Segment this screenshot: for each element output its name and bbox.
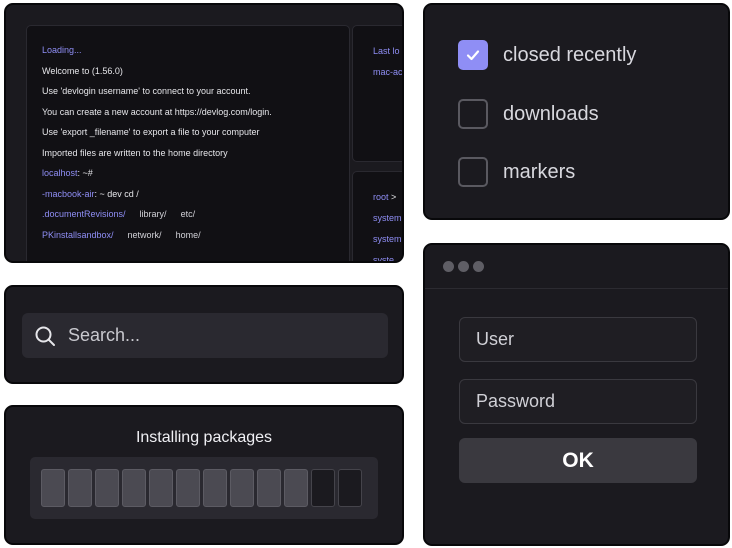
terminal-line-signup-hint: You can create a new account at https://… [42,106,272,117]
checkbox-row-closed-recently[interactable]: closed recently [458,40,636,70]
side-panel-path: root > [373,192,402,213]
search-panel [4,285,404,384]
side-panel-line: system [373,234,402,244]
password-field[interactable] [459,379,697,424]
listing-dir: PKinstallsandbox/ [42,229,114,240]
checklist-panel: closed recently downloads markers [423,3,730,220]
prompt-host: localhost [42,168,78,178]
side-panel-line: Last lo [373,46,400,56]
login-window: OK [423,243,730,546]
checkbox-label: markers [503,160,576,183]
listing-dir: etc/ [180,209,196,219]
progress-segment-filled [257,469,281,507]
checkbox-label: downloads [503,102,599,125]
listing-dir: home/ [175,229,201,240]
search-input[interactable] [68,325,368,346]
terminal-command: -macbook-air: ~ dev cd / [42,188,349,211]
checkbox-row-downloads[interactable]: downloads [458,99,599,129]
command-host: -macbook-air [42,188,95,199]
path-separator: > [388,192,397,202]
side-panel-line: syste [373,255,395,263]
window-titlebar [425,245,728,289]
checkbox-closed-recently[interactable] [458,40,488,70]
window-control-dot[interactable] [443,261,454,272]
terminal-listing-row: .documentRevisions/library/etc/ [42,210,349,231]
checkmark-icon [466,50,480,61]
checkbox-row-markers[interactable]: markers [458,157,575,187]
path-root: root [373,192,389,202]
install-progress-panel: Installing packages [4,405,404,545]
progress-segment-filled [284,469,308,507]
terminal-output[interactable]: Loading... Welcome to (1.56.0) Use 'devl… [26,25,350,261]
terminal-window: Loading... Welcome to (1.56.0) Use 'devl… [4,3,404,263]
search-bar[interactable] [22,313,388,358]
checkbox-label: closed recently [503,43,637,66]
window-control-dot[interactable] [458,261,469,272]
terminal-listing-row: PKinstallsandbox/network/home/ [42,229,349,252]
progress-segment-filled [41,469,65,507]
progress-segment-empty [311,469,335,507]
command-text: : ~ dev cd / [94,188,139,199]
terminal-line-export-hint: Use 'export _filename' to export a file … [42,127,260,137]
prompt-suffix: : ~# [77,168,93,178]
progress-segment-empty [338,469,362,507]
terminal-line-login-hint: Use 'devlogin username' to connect to yo… [42,86,251,96]
terminal-line-import-hint: Imported files are written to the home d… [42,147,228,158]
install-title: Installing packages [135,429,273,446]
username-field[interactable] [459,317,697,362]
listing-dir: .documentRevisions/ [42,209,126,219]
side-panel-line: mac-ac [373,67,403,77]
progress-segment-filled [149,469,173,507]
terminal-side-panel-bottom: root > system system syste [352,171,402,263]
progress-segment-filled [122,469,146,507]
terminal-line-welcome: Welcome to (1.56.0) [42,65,123,76]
terminal-side-panel-top: Last lo mac-ac [352,25,403,162]
search-icon [35,326,55,346]
listing-dir: network/ [127,229,162,240]
checkbox-markers[interactable] [458,157,488,187]
terminal-line-loading: Loading... [42,45,82,55]
ok-button[interactable]: OK [459,438,697,483]
progress-segment-filled [176,469,200,507]
window-control-dot[interactable] [473,261,484,272]
listing-dir: library/ [139,209,167,219]
progress-segment-filled [230,469,254,507]
progress-segment-filled [95,469,119,507]
checkbox-downloads[interactable] [458,99,488,129]
side-panel-line: system [373,213,402,223]
progress-segment-filled [68,469,92,507]
progress-segment-filled [203,469,227,507]
progress-bar [30,457,378,519]
terminal-prompt: localhost: ~# [42,169,349,190]
